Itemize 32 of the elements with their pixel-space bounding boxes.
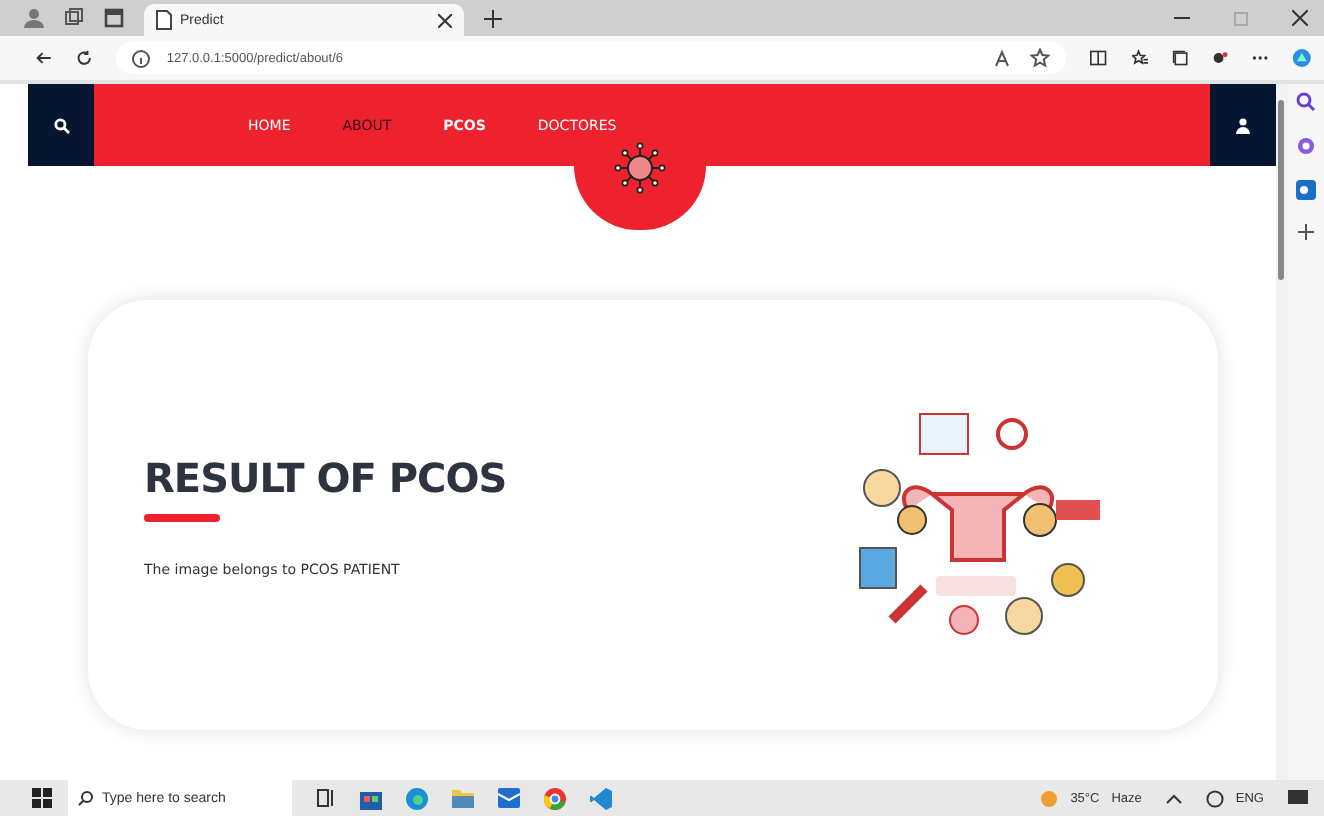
more-icon[interactable] [1252, 54, 1269, 62]
favorites-icon[interactable] [1131, 48, 1148, 68]
task-view-icon[interactable] [316, 788, 336, 808]
read-aloud-icon[interactable] [994, 49, 1015, 67]
star-icon[interactable] [1030, 48, 1051, 68]
chevron-up-icon[interactable] [1165, 793, 1182, 803]
close-icon[interactable] [1292, 10, 1308, 26]
chrome-icon[interactable] [544, 787, 566, 809]
search-button[interactable] [28, 84, 94, 166]
store-icon[interactable] [360, 787, 382, 809]
user-button[interactable] [1210, 84, 1276, 166]
split-screen-icon[interactable] [1090, 48, 1108, 68]
info-icon [132, 49, 151, 67]
close-tab-icon[interactable] [438, 13, 452, 27]
code-editor-icon[interactable] [590, 787, 612, 809]
folder-icon[interactable] [452, 788, 474, 808]
result-title: RESULT OF PCOS [144, 453, 507, 501]
search-icon[interactable] [1296, 92, 1316, 112]
search-icon [53, 117, 69, 133]
page-icon [156, 10, 172, 30]
add-icon[interactable] [1298, 224, 1314, 240]
back-icon[interactable] [36, 48, 53, 68]
tab-actions-icon[interactable] [104, 8, 124, 28]
profile-icon[interactable] [24, 8, 44, 28]
new-tab-icon[interactable] [484, 9, 502, 27]
scrollbar[interactable] [1276, 84, 1288, 780]
virus-icon [614, 142, 666, 194]
user-icon [1236, 117, 1250, 133]
refresh-icon[interactable] [76, 48, 93, 68]
workspaces-icon[interactable] [64, 8, 84, 28]
collections-icon[interactable] [1171, 48, 1188, 68]
start-icon[interactable] [32, 788, 52, 808]
